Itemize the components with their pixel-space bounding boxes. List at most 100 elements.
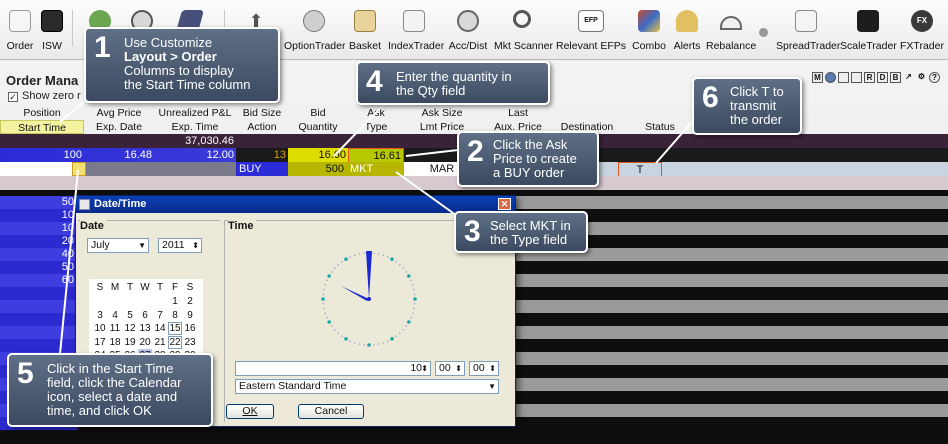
position-cell[interactable]: 60 — [0, 274, 78, 287]
col-header-status[interactable]: Status — [618, 120, 702, 134]
close-icon[interactable]: ✕ — [498, 198, 511, 210]
callout-text: Select MKT in the Type field — [490, 219, 571, 247]
col-header-ask-size[interactable]: Ask Size — [404, 106, 480, 120]
calendar-day[interactable]: 15 — [168, 322, 182, 335]
col-header-unrealized-pnl[interactable]: Unrealized P&L — [154, 106, 236, 120]
col-header-action[interactable]: Action — [236, 120, 288, 134]
position-cell[interactable]: 20 — [0, 235, 78, 248]
position-cell[interactable] — [0, 287, 78, 300]
show-zero-checkbox[interactable]: ✓ Show zero r — [8, 90, 81, 102]
timezone-value: Eastern Standard Time — [239, 380, 347, 392]
col-header-bid[interactable]: Bid — [288, 106, 348, 120]
col-header-start-time[interactable]: Start Time — [0, 120, 84, 134]
position-cell[interactable] — [0, 339, 78, 352]
toolbar-indextrader-button[interactable]: IndexTrader — [388, 10, 444, 56]
bid-price-value[interactable]: 16.60 — [288, 148, 348, 162]
position-cell[interactable]: 50 — [0, 196, 78, 209]
clock-minute-tick — [324, 283, 327, 286]
position-cell[interactable]: 10 — [0, 209, 78, 222]
calendar-day[interactable]: 11 — [108, 322, 122, 335]
second-spinner[interactable]: 00 ⬍ — [469, 361, 499, 376]
exp-fields[interactable] — [86, 162, 236, 176]
col-header-avg-price[interactable]: Avg Price — [84, 106, 154, 120]
ok-button[interactable]: OK — [226, 404, 274, 419]
calendar-day[interactable]: 5 — [123, 309, 137, 322]
toolbar-scaletrader-button[interactable]: ScaleTrader — [840, 10, 897, 56]
col-header-type[interactable]: Type — [348, 120, 404, 134]
mini-d-button[interactable]: D — [877, 72, 888, 83]
toolbar-combo-button[interactable]: Combo — [632, 10, 666, 56]
calendar-day[interactable]: 4 — [108, 309, 122, 322]
col-header-exp-time[interactable]: Exp. Time — [154, 120, 236, 134]
toolbar-spreadtrader-button[interactable]: SpreadTrader — [776, 10, 840, 56]
toolbar-isw-button[interactable]: ISW — [38, 10, 66, 56]
mini-b-button[interactable]: B — [890, 72, 901, 83]
analog-clock[interactable] — [309, 239, 429, 359]
pin-icon[interactable]: ↗ — [903, 72, 914, 83]
quantity-value[interactable]: 500 — [288, 162, 348, 176]
calendar-icon[interactable] — [72, 162, 86, 176]
minute-spinner[interactable]: 00 ⬍ — [435, 361, 465, 376]
calendar-day[interactable]: 18 — [108, 336, 122, 349]
calendar-day[interactable]: 7 — [153, 309, 167, 322]
calendar-day[interactable]: 23 — [183, 336, 197, 349]
calendar-day[interactable]: 20 — [138, 336, 152, 349]
position-cell[interactable] — [0, 326, 78, 339]
toolbar-relevant-efps-button[interactable]: EFP Relevant EFPs — [556, 10, 626, 56]
toolbar-more-button[interactable] — [758, 10, 770, 56]
hour-spinner[interactable]: 10 ⬍ — [235, 361, 431, 376]
calendar-day[interactable]: 9 — [183, 309, 197, 322]
toolbar-mktscanner-button[interactable]: Mkt Scanner — [494, 10, 553, 56]
toolbar-fxtrader-button[interactable]: FX FXTrader — [900, 10, 944, 56]
calendar-day[interactable]: 19 — [123, 336, 137, 349]
position-cell[interactable]: 50 — [0, 261, 78, 274]
action-value[interactable]: BUY — [236, 162, 288, 176]
calendar-day[interactable]: 3 — [93, 309, 107, 322]
calendar-day[interactable]: 2 — [183, 295, 197, 308]
col-header-last[interactable]: Last — [480, 106, 556, 120]
type-value[interactable]: MKT — [348, 162, 404, 176]
calendar-day[interactable]: 16 — [183, 322, 197, 335]
restore-icon[interactable] — [851, 72, 862, 83]
dialog-title-bar[interactable]: Date/Time ✕ — [76, 196, 515, 213]
minimize-icon[interactable] — [838, 72, 849, 83]
mini-r-button[interactable]: R — [864, 72, 875, 83]
calendar-day[interactable]: 6 — [138, 309, 152, 322]
position-cell[interactable] — [0, 300, 78, 313]
clock-minute-tick — [413, 303, 416, 305]
col-header-exp-date[interactable]: Exp. Date — [84, 120, 154, 134]
calendar-day[interactable]: 21 — [153, 336, 167, 349]
toolbar-alerts-button[interactable]: Alerts — [672, 10, 702, 56]
calendar-day[interactable]: 1 — [168, 295, 182, 308]
cancel-button[interactable]: Cancel — [298, 404, 364, 419]
col-header-bid-size[interactable]: Bid Size — [236, 106, 288, 120]
timezone-select[interactable]: Eastern Standard Time ▼ — [235, 379, 499, 394]
help-icon[interactable]: ? — [929, 72, 940, 83]
col-header-position[interactable]: Position — [0, 106, 84, 120]
position-cell[interactable] — [0, 313, 78, 326]
calendar-day[interactable]: 14 — [153, 322, 167, 335]
toolbar-order-button[interactable]: Order — [6, 10, 34, 56]
calendar-day[interactable]: 8 — [168, 309, 182, 322]
weekday-header: S — [186, 282, 194, 293]
col-header-quantity[interactable]: Quantity — [288, 120, 348, 134]
calendar-day[interactable]: 17 — [93, 336, 107, 349]
calendar-day[interactable]: 13 — [138, 322, 152, 335]
calendar-day[interactable]: 10 — [93, 322, 107, 335]
col-header-ask[interactable]: Ask — [348, 106, 404, 120]
globe-icon[interactable] — [825, 72, 836, 83]
calendar-day[interactable]: 22 — [168, 335, 182, 349]
callout-line: time, and click OK — [47, 403, 152, 418]
year-spinner[interactable]: 2011 ⬍ — [158, 238, 202, 253]
toolbar-basket-button[interactable]: Basket — [348, 10, 382, 56]
toolbar-optiontrader-button[interactable]: OptionTrader — [284, 10, 345, 56]
toolbar-rebalance-button[interactable]: Rebalance — [706, 10, 756, 56]
start-time-field[interactable] — [0, 162, 72, 176]
mini-m-button[interactable]: M — [812, 72, 823, 83]
calendar-day[interactable]: 12 — [123, 322, 137, 335]
month-select[interactable]: July ▼ — [87, 238, 149, 253]
link-icon[interactable]: ⚙ — [916, 72, 927, 83]
toolbar-accdist-button[interactable]: Acc/Dist — [446, 10, 490, 56]
position-cell[interactable]: 10 — [0, 222, 78, 235]
position-cell[interactable]: 40 — [0, 248, 78, 261]
